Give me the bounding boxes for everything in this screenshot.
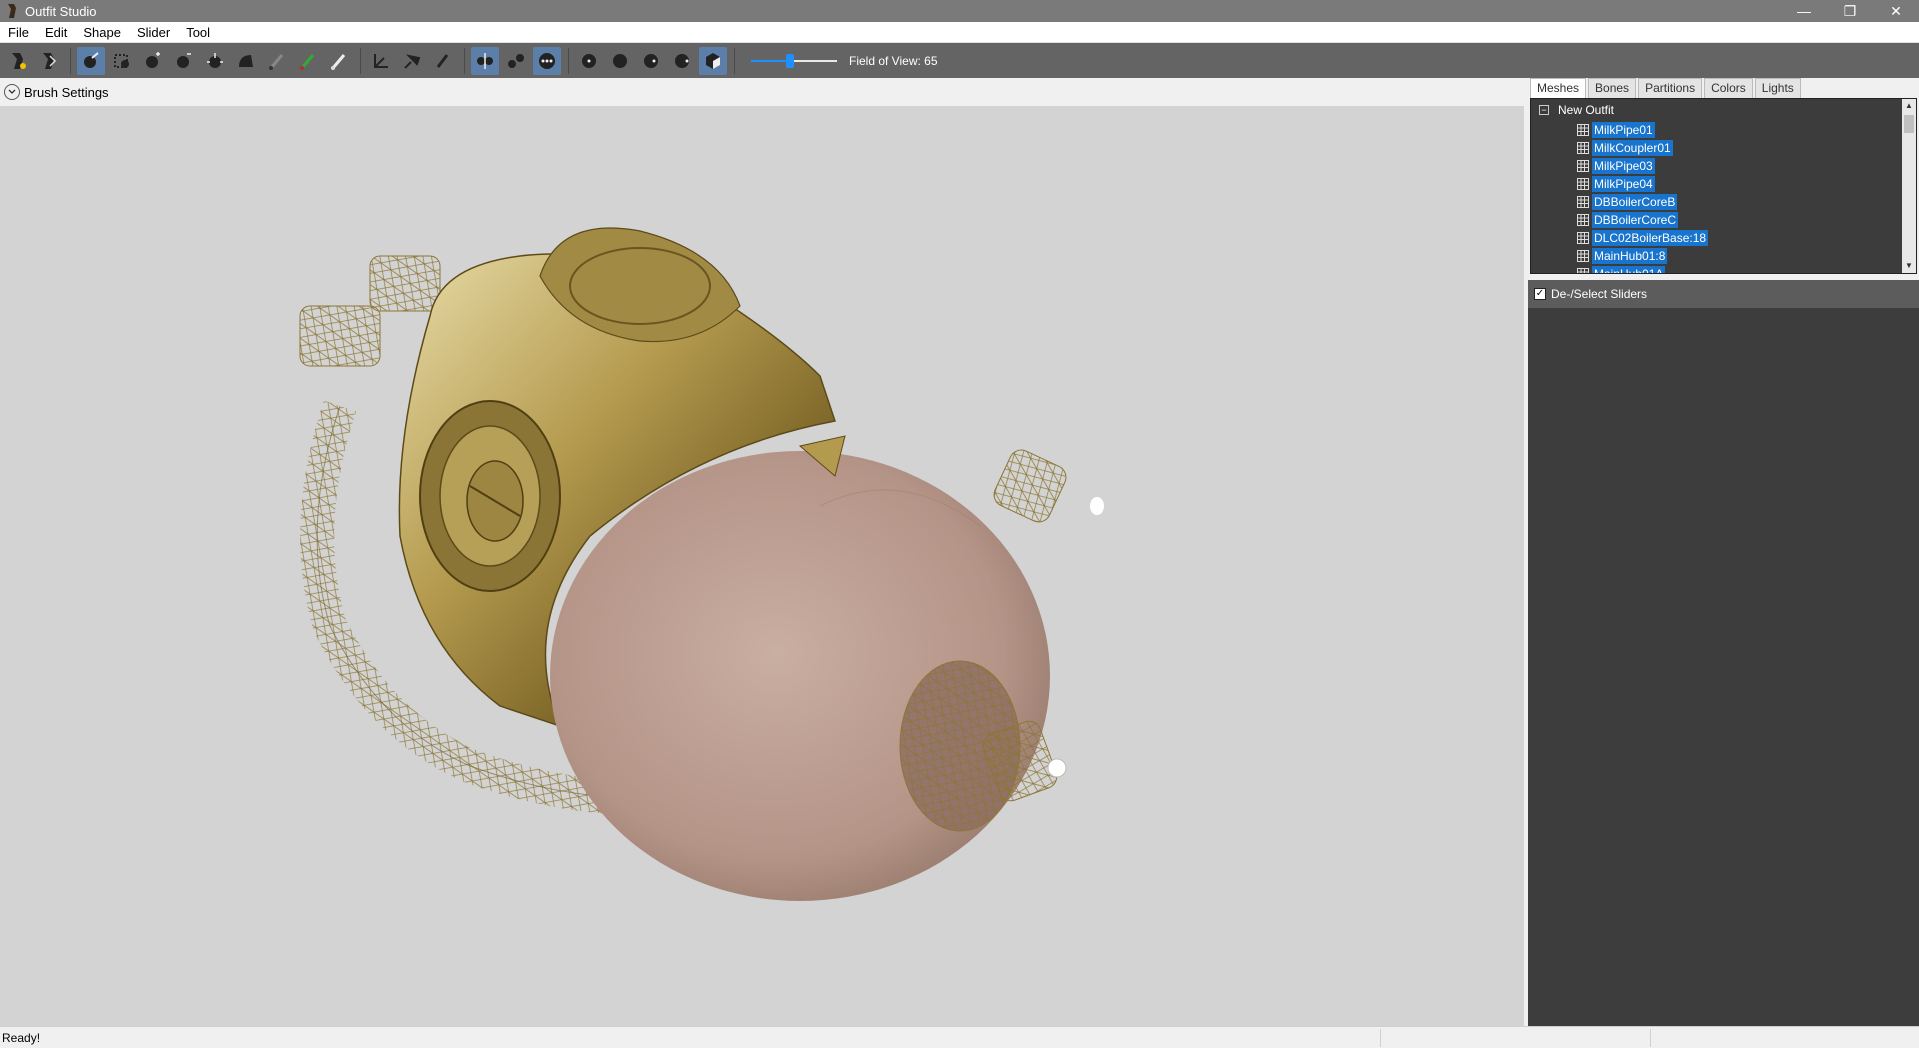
select-brush-icon[interactable]: [77, 46, 105, 75]
mesh-grid-icon: [1577, 268, 1589, 273]
pivot-icon[interactable]: [398, 47, 426, 75]
mesh-tree-item-label: DBBoilerCoreB: [1592, 194, 1678, 210]
mesh-grid-icon: [1577, 250, 1589, 262]
select-sliders-checkbox[interactable]: ✓: [1534, 288, 1546, 300]
chevron-down-icon[interactable]: [4, 84, 20, 100]
menu-slider[interactable]: Slider: [129, 22, 178, 43]
status-divider: [1650, 1029, 1651, 1047]
mesh-grid-icon: [1577, 214, 1589, 226]
move-brush-icon[interactable]: [201, 47, 229, 75]
tree-root[interactable]: − New Outfit: [1539, 103, 1614, 117]
slider-list: [1528, 308, 1919, 1026]
toggle-textures-icon[interactable]: [668, 47, 696, 75]
tab-colors[interactable]: Colors: [1704, 78, 1753, 98]
inflate-brush-icon[interactable]: [139, 47, 167, 75]
mesh-tree-item-label: MainHub01:8: [1592, 248, 1668, 264]
mesh-tree-item-label: MilkPipe01: [1592, 122, 1655, 138]
mesh-tree-item[interactable]: MilkPipe01: [1577, 121, 1708, 139]
show-wireframe-icon[interactable]: [606, 47, 634, 75]
brush-settings-label: Brush Settings: [24, 84, 109, 100]
mesh-tree-item[interactable]: DBBoilerCoreC: [1577, 211, 1708, 229]
alpha-brush-icon[interactable]: [325, 47, 353, 75]
new-slider-icon[interactable]: [4, 47, 32, 75]
scroll-thumb[interactable]: [1904, 115, 1914, 133]
close-button[interactable]: ✕: [1873, 0, 1919, 22]
menu-tool[interactable]: Tool: [178, 22, 218, 43]
scroll-up-icon[interactable]: ▲: [1902, 99, 1916, 113]
vertex-edit-icon[interactable]: [429, 47, 457, 75]
mesh-tree-item-label: DBBoilerCoreC: [1592, 212, 1679, 228]
field-of-view-slider[interactable]: [751, 53, 837, 69]
smooth-brush-icon[interactable]: [232, 47, 260, 75]
mesh-tree-item[interactable]: MilkCoupler01: [1577, 139, 1708, 157]
menu-edit[interactable]: Edit: [37, 22, 75, 43]
mesh-tree-item[interactable]: MilkPipe04: [1577, 175, 1708, 193]
transform-icon[interactable]: [367, 47, 395, 75]
3d-viewport[interactable]: [0, 106, 1524, 1026]
status-text: Ready!: [2, 1030, 41, 1045]
mesh-grid-icon: [1577, 232, 1589, 244]
global-brush-icon[interactable]: [533, 46, 561, 75]
mesh-grid-icon: [1577, 178, 1589, 190]
tab-bones[interactable]: Bones: [1588, 78, 1637, 98]
toggle-masks-icon[interactable]: [699, 46, 727, 75]
toolbar-separator: [734, 47, 735, 74]
menu-bar: File Edit Shape Slider Tool: [0, 22, 1919, 43]
mesh-tree-item[interactable]: MainHub01A: [1577, 265, 1708, 273]
status-divider: [1380, 1029, 1381, 1047]
select-sliders-label: De-/Select Sliders: [1551, 287, 1648, 301]
collapse-icon[interactable]: −: [1539, 105, 1549, 115]
tab-partitions[interactable]: Partitions: [1638, 78, 1703, 98]
mesh-tree-item-label: MilkCoupler01: [1592, 140, 1673, 156]
status-bar: Ready!: [0, 1026, 1919, 1048]
mesh-render: [299, 227, 1104, 901]
window-title: Outfit Studio: [25, 3, 97, 19]
mesh-tree-item[interactable]: DLC02BoilerBase:18: [1577, 229, 1709, 247]
toolbar-separator: [70, 47, 71, 74]
scroll-down-icon[interactable]: ▼: [1902, 259, 1916, 273]
toolbar-separator: [568, 47, 569, 74]
toggle-lighting-icon[interactable]: [637, 47, 665, 75]
mesh-grid-icon: [1577, 142, 1589, 154]
toolbar: Field of View: 65: [0, 43, 1919, 78]
panel-tabs: Meshes Bones Partitions Colors Lights: [1528, 78, 1919, 98]
mesh-tree-item-label: MilkPipe03: [1592, 158, 1655, 174]
mesh-tree: − New Outfit MilkPipe01 MilkCoupler01 Milk…: [1530, 98, 1917, 274]
tree-root-label: New Outfit: [1558, 103, 1615, 117]
tab-meshes[interactable]: Meshes: [1530, 78, 1587, 98]
title-bar: Outfit Studio — ❐ ✕: [0, 0, 1919, 22]
weight-brush-icon[interactable]: [263, 47, 291, 75]
toolbar-separator: [360, 47, 361, 74]
restore-button[interactable]: ❐: [1827, 0, 1873, 22]
slider-edit-icon[interactable]: [35, 47, 63, 75]
menu-file[interactable]: File: [0, 22, 37, 43]
connected-only-icon[interactable]: [502, 47, 530, 75]
mesh-grid-icon: [1577, 124, 1589, 136]
field-of-view-label: Field of View: 65: [849, 53, 938, 68]
mirror-x-icon[interactable]: [471, 46, 499, 75]
slider-header: ✓ De-/Select Sliders: [1528, 280, 1919, 308]
app-icon: [8, 4, 16, 18]
right-panel: Meshes Bones Partitions Colors Lights − …: [1528, 78, 1919, 1026]
mesh-list: MilkPipe01 MilkCoupler01 MilkPipe03 MilkPip…: [1577, 121, 1709, 273]
brush-settings-header[interactable]: Brush Settings: [0, 78, 1524, 106]
mask-brush-icon[interactable]: [108, 47, 136, 75]
deflate-brush-icon[interactable]: [170, 47, 198, 75]
viewport-panel: Brush Settings: [0, 78, 1524, 1026]
mesh-grid-icon: [1577, 196, 1589, 208]
mesh-tree-item[interactable]: MainHub01:8: [1577, 247, 1708, 265]
tab-lights[interactable]: Lights: [1754, 78, 1801, 98]
mesh-tree-item[interactable]: DBBoilerCoreB: [1577, 193, 1708, 211]
mesh-tree-item-label: DLC02BoilerBase:18: [1592, 230, 1709, 246]
mesh-tree-item-label: MainHub01A: [1592, 266, 1666, 273]
menu-shape[interactable]: Shape: [75, 22, 129, 43]
mesh-grid-icon: [1577, 160, 1589, 172]
show-vertices-icon[interactable]: [575, 47, 603, 75]
toolbar-separator: [464, 47, 465, 74]
mesh-tree-item[interactable]: MilkPipe03: [1577, 157, 1708, 175]
tree-scrollbar[interactable]: ▲ ▼: [1902, 99, 1916, 273]
mesh-tree-item-label: MilkPipe04: [1592, 176, 1655, 192]
minimize-button[interactable]: —: [1781, 0, 1827, 22]
color-brush-icon[interactable]: [294, 47, 322, 75]
